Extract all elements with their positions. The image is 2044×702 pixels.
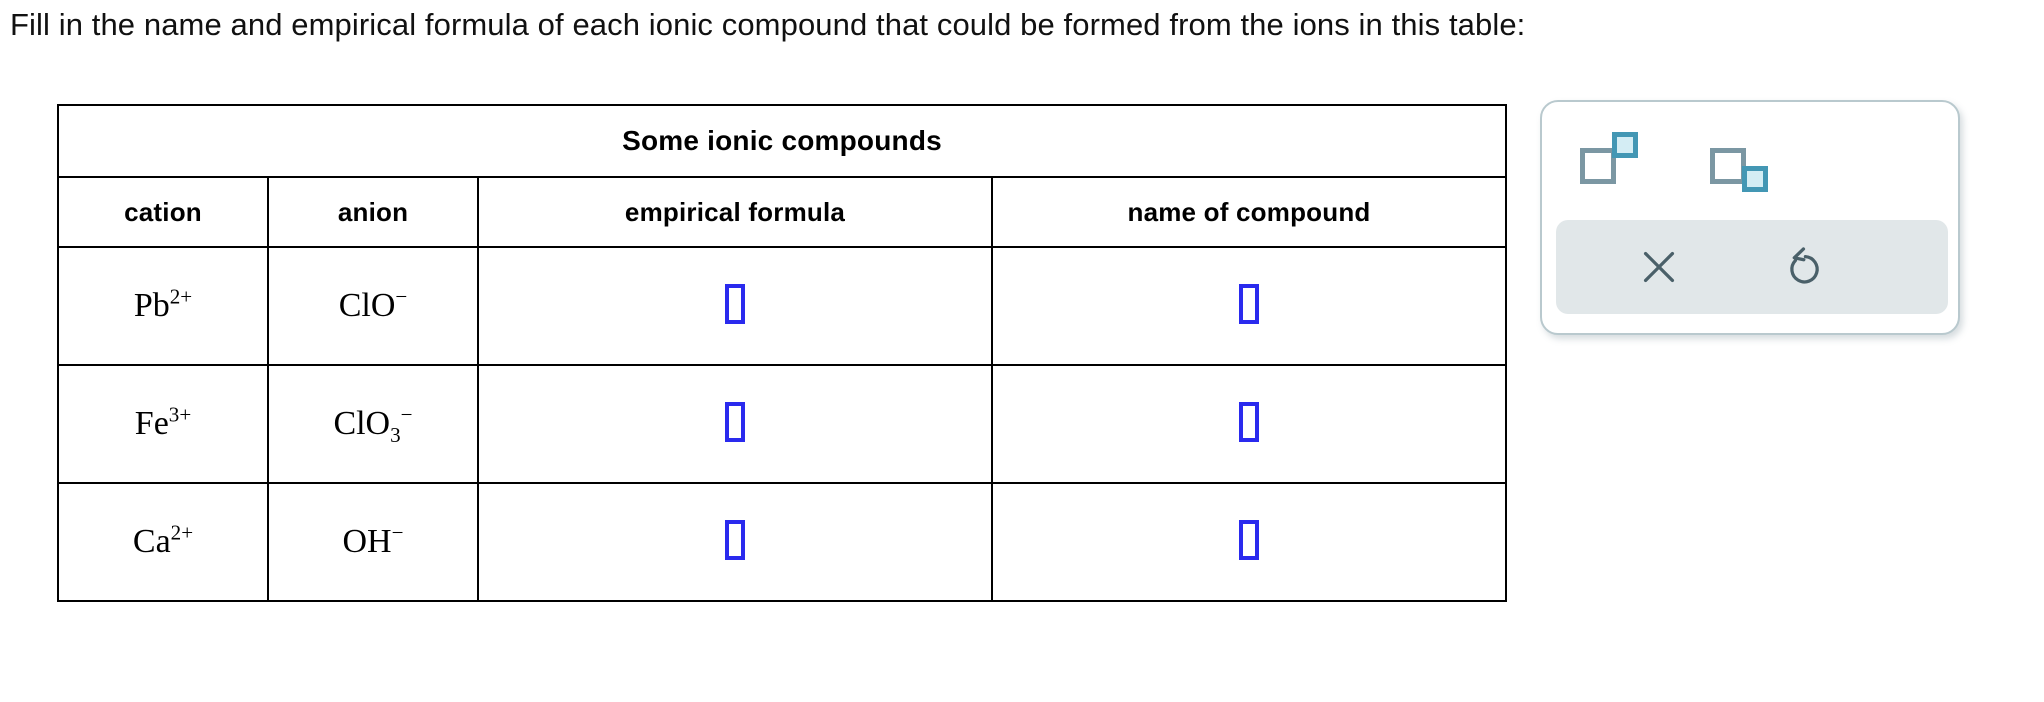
name-of-compound-cell[interactable]	[991, 246, 1507, 366]
name-of-compound-cell[interactable]	[991, 482, 1507, 602]
column-header-empirical-formula: empirical formula	[477, 176, 993, 248]
anion-cell: ClO−	[267, 246, 479, 366]
superscript-button[interactable]	[1564, 130, 1660, 188]
superscript-icon-base	[1580, 148, 1616, 184]
empirical-formula-input[interactable]	[725, 283, 745, 324]
table-header-row: cation anion empirical formula name of c…	[57, 176, 1507, 248]
cation-formula: Ca2+	[132, 520, 194, 560]
empirical-formula-cell[interactable]	[477, 482, 993, 602]
name-of-compound-input[interactable]	[1239, 401, 1259, 442]
subscript-icon	[1742, 166, 1768, 192]
anion-formula: ClO3−	[333, 402, 413, 447]
name-of-compound-input[interactable]	[1239, 519, 1259, 560]
table-title: Some ionic compounds	[57, 104, 1507, 178]
cation-cell: Pb2+	[57, 246, 269, 366]
cation-formula: Fe3+	[134, 402, 192, 442]
clear-button[interactable]	[1628, 236, 1690, 298]
subscript-button[interactable]	[1694, 130, 1790, 192]
cation-formula: Pb2+	[133, 284, 193, 324]
script-button-group	[1542, 102, 1958, 210]
anion-formula: ClO−	[338, 284, 408, 324]
reset-undo-icon	[1790, 247, 1819, 284]
anion-formula: OH−	[342, 520, 404, 560]
superscript-icon	[1612, 132, 1638, 158]
action-toolbar	[1556, 220, 1948, 314]
name-of-compound-input[interactable]	[1239, 283, 1259, 324]
close-x-icon	[1643, 251, 1675, 283]
empirical-formula-input[interactable]	[725, 401, 745, 442]
column-header-cation: cation	[57, 176, 269, 248]
column-header-anion: anion	[267, 176, 479, 248]
table-title-row: Some ionic compounds	[57, 104, 1507, 178]
name-of-compound-cell[interactable]	[991, 364, 1507, 484]
ionic-compounds-table: Some ionic compounds cation anion empiri…	[57, 104, 1507, 602]
empirical-formula-cell[interactable]	[477, 246, 993, 366]
table-row: Fe3+ ClO3−	[57, 364, 1507, 484]
empirical-formula-input[interactable]	[725, 519, 745, 560]
column-header-name-of-compound: name of compound	[991, 176, 1507, 248]
anion-cell: OH−	[267, 482, 479, 602]
question-prompt: Fill in the name and empirical formula o…	[10, 7, 1526, 42]
reset-button[interactable]	[1774, 236, 1836, 298]
empirical-formula-cell[interactable]	[477, 364, 993, 484]
subscript-icon-base	[1710, 148, 1746, 184]
formula-tool-panel	[1540, 100, 1960, 335]
anion-cell: ClO3−	[267, 364, 479, 484]
table-row: Ca2+ OH−	[57, 482, 1507, 602]
cation-cell: Fe3+	[57, 364, 269, 484]
table-row: Pb2+ ClO−	[57, 246, 1507, 366]
cation-cell: Ca2+	[57, 482, 269, 602]
